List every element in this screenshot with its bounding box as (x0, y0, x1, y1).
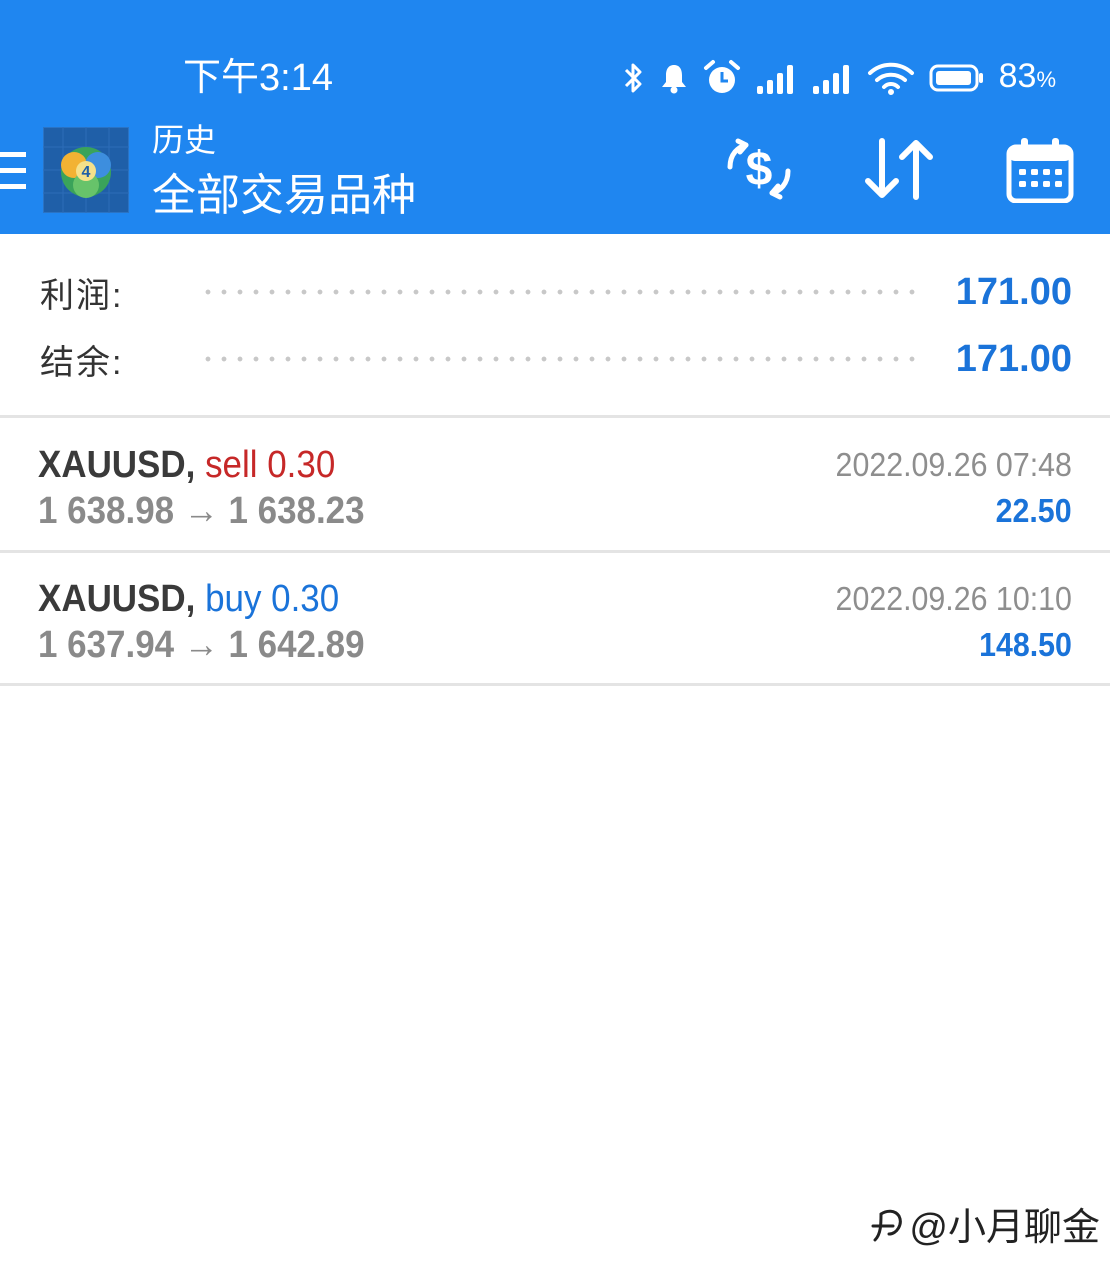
trade-side: buy 0.30 (205, 578, 340, 620)
battery-level: 83% (998, 57, 1056, 95)
bell-icon (661, 65, 686, 94)
battery-icon (929, 64, 983, 92)
watermark: @小月聊金 (869, 1196, 1100, 1251)
trade-symbol: XAUUSD, (38, 578, 196, 620)
svg-text:4: 4 (82, 164, 91, 181)
trade-prices: 1 638.98 → 1 638.23 (38, 490, 365, 532)
profit-label: 利润: (40, 276, 124, 315)
svg-text:$: $ (746, 143, 773, 196)
wifi-icon (867, 62, 914, 95)
dotted-leader (200, 356, 924, 362)
trade-header: XAUUSD, buy 0.30 (38, 576, 339, 622)
signal-icon-1 (756, 65, 793, 94)
screen-title: 历史 (152, 122, 217, 158)
balance-label: 结余: (40, 343, 124, 382)
symbol-filter-title[interactable]: 全部交易品种 (152, 170, 416, 222)
app-bar: 下午3:14 83% 4 历史 全部交易品种 $ (0, 0, 1110, 234)
trade-row[interactable]: XAUUSD, sell 0.30 1 638.98 → 1 638.23 20… (0, 418, 1110, 550)
metatrader-logo: 4 (43, 127, 129, 213)
balance-value: 171.00 (955, 337, 1072, 380)
zhihu-logo-icon (871, 1209, 903, 1241)
signal-icon-2 (812, 65, 849, 94)
trade-side: sell 0.30 (205, 444, 336, 486)
trade-profit: 22.50 (996, 492, 1072, 529)
menu-icon[interactable] (0, 150, 28, 194)
dotted-leader (200, 289, 924, 295)
calendar-icon[interactable] (1006, 137, 1074, 203)
divider (0, 683, 1110, 686)
trade-profit: 148.50 (979, 626, 1072, 663)
alarm-icon (703, 60, 740, 93)
sort-icon[interactable] (864, 137, 934, 201)
watermark-text: @小月聊金 (909, 1207, 1100, 1249)
status-icons: 83% (621, 56, 1056, 100)
trade-symbol: XAUUSD, (38, 444, 196, 486)
balance-row: 结余: 171.00 (40, 334, 1072, 384)
status-time: 下午3:14 (183, 57, 333, 99)
trade-prices: 1 637.94 → 1 642.89 (38, 624, 365, 666)
trade-time: 2022.09.26 07:48 (835, 446, 1072, 483)
currency-exchange-icon[interactable]: $ (722, 137, 796, 201)
profit-value: 171.00 (955, 270, 1072, 313)
trade-header: XAUUSD, sell 0.30 (38, 442, 335, 488)
summary-panel: 利润: 171.00 结余: 171.00 (0, 234, 1110, 415)
bluetooth-icon (624, 63, 642, 93)
trade-row[interactable]: XAUUSD, buy 0.30 1 637.94 → 1 642.89 202… (0, 552, 1110, 684)
profit-row: 利润: 171.00 (40, 267, 1072, 317)
trade-time: 2022.09.26 10:10 (835, 580, 1072, 617)
